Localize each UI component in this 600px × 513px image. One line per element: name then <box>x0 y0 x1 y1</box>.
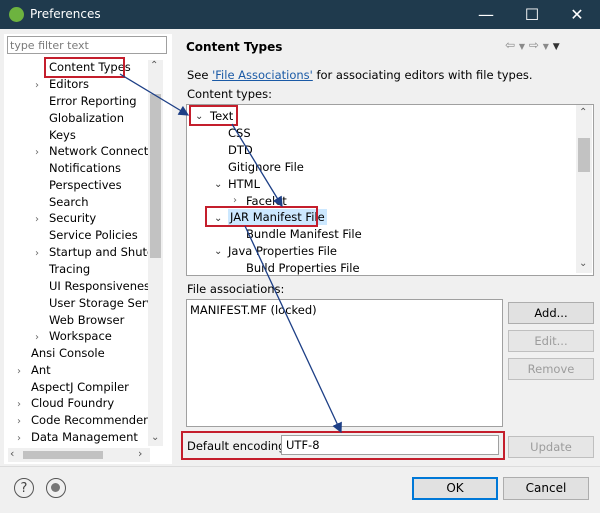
arrow-to-jar-manifest <box>231 123 283 208</box>
record-macro-icon[interactable] <box>46 478 66 498</box>
arrow-to-text <box>119 73 190 116</box>
footer-separator <box>0 466 600 467</box>
help-icon[interactable]: ? <box>14 478 34 498</box>
arrow-to-encoding <box>244 225 342 434</box>
annotation-arrows <box>119 73 342 434</box>
ok-button[interactable]: OK <box>412 477 498 500</box>
cancel-button[interactable]: Cancel <box>503 477 589 500</box>
